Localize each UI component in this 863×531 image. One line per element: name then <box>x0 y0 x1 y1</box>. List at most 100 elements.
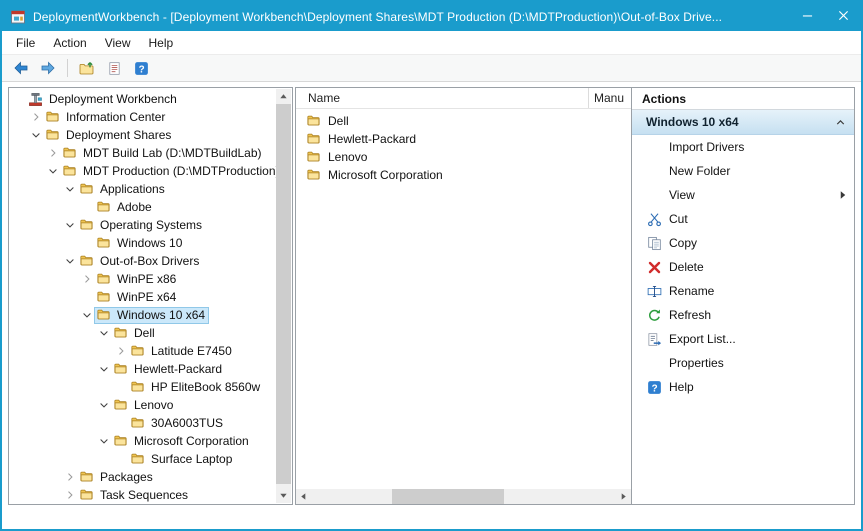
folder-icon <box>130 452 147 466</box>
action-cut[interactable]: Cut <box>632 207 854 231</box>
tree-item-hp-elitebook-8560w[interactable]: HP EliteBook 8560w <box>9 378 276 396</box>
toolbar-help-button[interactable]: ? <box>129 57 153 79</box>
toolbar-forward-button[interactable] <box>36 57 60 79</box>
tree-item-mdt-build-lab-d-mdtbuildlab[interactable]: MDT Build Lab (D:\MDTBuildLab) <box>9 144 276 162</box>
tree-item-winpe-x86[interactable]: WinPE x86 <box>9 270 276 288</box>
tree-item-latitude-e7450[interactable]: Latitude E7450 <box>9 342 276 360</box>
chevron-down-icon[interactable] <box>79 308 94 323</box>
tree-item-out-of-box-drivers[interactable]: Out-of-Box Drivers <box>9 252 276 270</box>
scroll-up-button[interactable] <box>276 89 291 104</box>
toolbar-export-list-button[interactable] <box>102 57 126 79</box>
horizontal-scrollbar-thumb[interactable] <box>392 489 504 504</box>
chevron-down-icon[interactable] <box>96 434 111 449</box>
action-delete[interactable]: Delete <box>632 255 854 279</box>
list-header: Name Manu <box>296 88 631 109</box>
chevron-right-icon[interactable] <box>113 344 128 359</box>
chevron-down-icon[interactable] <box>28 128 43 143</box>
minimize-button[interactable] <box>789 2 825 31</box>
folder-icon <box>113 434 130 448</box>
tree-item-deployment-shares[interactable]: Deployment Shares <box>9 126 276 144</box>
tree-item-label: Operating Systems <box>100 218 202 232</box>
tree-item-mdt-production-d-mdtproduction[interactable]: MDT Production (D:\MDTProduction) <box>9 162 276 180</box>
tree-item-task-sequences[interactable]: Task Sequences <box>9 486 276 504</box>
tree-item-label: Deployment Workbench <box>49 92 177 106</box>
chevron-down-icon[interactable] <box>96 362 111 377</box>
action-properties[interactable]: Properties <box>632 351 854 375</box>
chevron-down-icon[interactable] <box>62 254 77 269</box>
folder-icon <box>79 182 96 196</box>
help-icon: ? <box>134 61 149 76</box>
app-icon <box>10 9 26 25</box>
toolbar-back-button[interactable] <box>9 57 33 79</box>
chevron-down-icon[interactable] <box>45 164 60 179</box>
svg-text:?: ? <box>138 64 144 75</box>
chevron-down-icon[interactable] <box>96 326 111 341</box>
tree-vertical-scrollbar[interactable] <box>276 89 291 503</box>
tree-item-winpe-x64[interactable]: WinPE x64 <box>9 288 276 306</box>
tree-item-packages[interactable]: Packages <box>9 468 276 486</box>
tree-item-adobe[interactable]: Adobe <box>9 198 276 216</box>
action-new-folder[interactable]: New Folder <box>632 159 854 183</box>
tree-item-core: Adobe <box>94 199 156 216</box>
folder-icon <box>79 488 96 502</box>
actions-group-header[interactable]: Windows 10 x64 <box>632 110 854 135</box>
list-item-lenovo[interactable]: Lenovo <box>296 148 631 166</box>
tree-item-windows-10-x64[interactable]: Windows 10 x64 <box>9 306 276 324</box>
action-copy[interactable]: Copy <box>632 231 854 255</box>
chevron-down-icon[interactable] <box>62 182 77 197</box>
menu-item-action[interactable]: Action <box>44 31 95 54</box>
action-rename[interactable]: Rename <box>632 279 854 303</box>
menu-item-view[interactable]: View <box>96 31 140 54</box>
action-import-drivers[interactable]: Import Drivers <box>632 135 854 159</box>
tree-item-lenovo[interactable]: Lenovo <box>9 396 276 414</box>
toolbar-up-one-level-button[interactable] <box>75 57 99 79</box>
tree-item-label: MDT Production (D:\MDTProduction) <box>83 164 276 178</box>
action-refresh[interactable]: Refresh <box>632 303 854 327</box>
tree-item-applications[interactable]: Applications <box>9 180 276 198</box>
tree-item-hewlett-packard[interactable]: Hewlett-Packard <box>9 360 276 378</box>
action-help[interactable]: ?Help <box>632 375 854 399</box>
tree-item-operating-systems[interactable]: Operating Systems <box>9 216 276 234</box>
tree-item-information-center[interactable]: Information Center <box>9 108 276 126</box>
tree-item-core: Packages <box>77 469 157 486</box>
tree-item-30a6003tus[interactable]: 30A6003TUS <box>9 414 276 432</box>
tree-item-surface-laptop[interactable]: Surface Laptop <box>9 450 276 468</box>
folder-icon <box>130 344 147 358</box>
scroll-left-button[interactable] <box>296 489 311 504</box>
column-header-manufacturer[interactable]: Manu <box>589 88 631 108</box>
list-horizontal-scrollbar[interactable] <box>296 489 631 504</box>
list-item-microsoft-corporation[interactable]: Microsoft Corporation <box>296 166 631 184</box>
workbench-icon <box>28 92 45 106</box>
action-view[interactable]: View <box>632 183 854 207</box>
column-header-name[interactable]: Name <box>296 88 589 108</box>
titlebar[interactable]: DeploymentWorkbench - [Deployment Workbe… <box>2 2 861 31</box>
tree-item-core: MDT Build Lab (D:\MDTBuildLab) <box>60 145 266 162</box>
tree-item-core: Information Center <box>43 109 169 126</box>
menu-item-help[interactable]: Help <box>140 31 183 54</box>
chevron-right-icon[interactable] <box>28 110 43 125</box>
results-pane: Name Manu DellHewlett-PackardLenovoMicro… <box>296 88 632 504</box>
chevron-up-icon[interactable] <box>834 116 847 129</box>
tree-item-windows-10[interactable]: Windows 10 <box>9 234 276 252</box>
action-export-list[interactable]: Export List... <box>632 327 854 351</box>
folder-icon <box>79 470 96 484</box>
chevron-down-icon[interactable] <box>96 398 111 413</box>
expander-spacer <box>113 416 128 431</box>
tree-item-microsoft-corporation[interactable]: Microsoft Corporation <box>9 432 276 450</box>
vertical-scrollbar-thumb[interactable] <box>276 104 291 484</box>
close-button[interactable] <box>825 2 861 31</box>
tree-item-deployment-workbench[interactable]: Deployment Workbench <box>9 90 276 108</box>
chevron-down-icon[interactable] <box>62 218 77 233</box>
scroll-down-button[interactable] <box>276 488 291 503</box>
chevron-right-icon[interactable] <box>62 470 77 485</box>
export-icon <box>646 331 662 347</box>
list-item-hewlett-packard[interactable]: Hewlett-Packard <box>296 130 631 148</box>
chevron-right-icon[interactable] <box>45 146 60 161</box>
list-item-dell[interactable]: Dell <box>296 112 631 130</box>
list-body: DellHewlett-PackardLenovoMicrosoft Corpo… <box>296 109 631 489</box>
scroll-right-button[interactable] <box>616 489 631 504</box>
chevron-right-icon[interactable] <box>79 272 94 287</box>
tree-item-dell[interactable]: Dell <box>9 324 276 342</box>
chevron-right-icon[interactable] <box>62 488 77 503</box>
menu-item-file[interactable]: File <box>7 31 44 54</box>
